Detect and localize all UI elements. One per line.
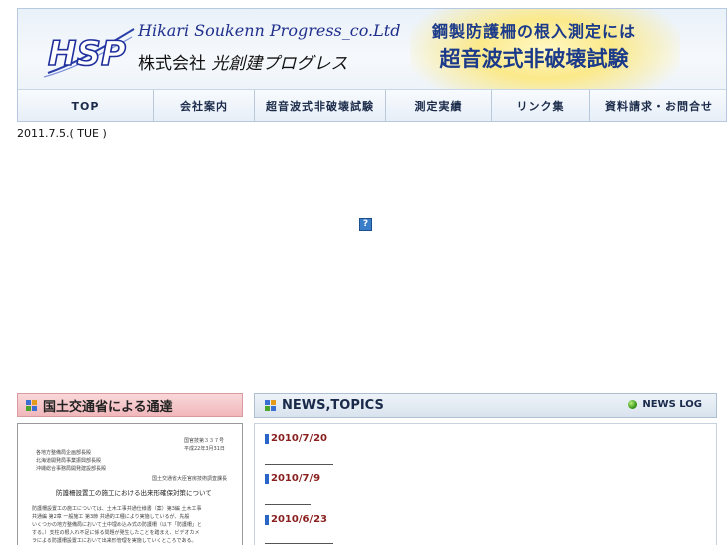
news-bullet-icon (265, 514, 269, 525)
squares-icon (26, 399, 37, 411)
doc-line: 各地方整備局企画部長殿 (36, 450, 92, 456)
notice-document[interactable]: 国官技第３３７号 平成22年3月31日 各地方整備局企画部長殿 北海道開発局事業… (17, 423, 243, 545)
doc-line: 沖縄総合事務局開発建設部長殿 (36, 466, 107, 472)
company-name-en: Hikari Soukenn Progress_co.Ltd (138, 21, 401, 40)
news-log-link[interactable]: NEWS LOG (628, 399, 702, 410)
news-divider (265, 504, 311, 505)
news-divider (265, 464, 333, 465)
nav-results[interactable]: 測定実績 (386, 90, 492, 121)
news-header: NEWS,TOPICS NEWS LOG (254, 393, 717, 418)
header-banner: HSP Hikari Soukenn Progress_co.Ltd 株式会社 … (17, 8, 727, 122)
doc-line: ラによる防護柵設置工において出来形管理を実施していくところである。 (32, 538, 197, 544)
nav-contact[interactable]: 資料請求・お問合せ (590, 90, 726, 121)
nav-company[interactable]: 会社案内 (154, 90, 255, 121)
missing-plugin-icon[interactable]: ? (359, 218, 372, 231)
news-title: NEWS,TOPICS (282, 398, 384, 413)
news-date: 2010/7/20 (271, 433, 328, 444)
nav-links[interactable]: リンク集 (492, 90, 590, 121)
news-item[interactable]: 2010/7/9 (265, 473, 320, 484)
news-item[interactable]: 2010/6/23 (265, 514, 327, 525)
mlit-notice-title: 国土交通省による通達 (43, 399, 173, 415)
company-prefix: 株式会社 (138, 54, 206, 74)
mlit-notice-header: 国土交通省による通達 (17, 393, 243, 417)
doc-line: する。）支柱の根入れ不足に係る問題が発生したことを踏まえ、ビデオカメ (32, 530, 200, 536)
company-name-jp: 株式会社 光創建プログレス (138, 49, 347, 74)
nav-top[interactable]: TOP (18, 90, 154, 121)
doc-line: 平成22年3月31日 (184, 446, 225, 452)
doc-title: 防護柵設置工の施工における出来形確保対策について (56, 489, 212, 497)
news-date: 2010/7/9 (271, 473, 321, 484)
promo-line-1: 鋼製防護柵の根入測定には (431, 22, 636, 41)
svg-text:HSP: HSP (48, 34, 126, 74)
green-bullet-icon (628, 400, 638, 409)
news-list: 2010/7/20 2010/7/9 2010/6/23 (254, 423, 717, 545)
news-item[interactable]: 2010/7/20 (265, 433, 327, 444)
doc-line: 防護柵設置工の施工については、土木工事共通仕様書（案）第3編 土木工事 (32, 506, 202, 512)
hsp-logo[interactable]: HSP (42, 21, 138, 81)
main-nav: TOP 会社案内 超音波式非破壊試験 測定実績 リンク集 資料請求・お問合せ (18, 89, 726, 121)
nav-ultrasonic-test[interactable]: 超音波式非破壊試験 (255, 90, 386, 121)
news-date: 2010/6/23 (271, 514, 328, 525)
doc-line: 国官技第３３７号 (184, 438, 225, 444)
current-date: 2011.7.5.( TUE ) (17, 127, 107, 140)
company-name: 光創建プログレス (211, 54, 348, 74)
doc-line: 共通編 第2章 一般施工 第3節 共通的工種により実施しているが、先般 (32, 514, 190, 520)
promo-line-2: 超音波式非破壊試験 (439, 47, 629, 71)
squares-icon (265, 400, 276, 411)
doc-line: 北海道開発局事業振興部長殿 (36, 458, 102, 464)
news-log-label: NEWS LOG (642, 399, 702, 410)
news-divider (265, 543, 333, 544)
news-bullet-icon (265, 473, 269, 484)
doc-line: いくつかの地方整備局において土中埋め込み式の防護柵（以下「防護柵」と (32, 522, 202, 528)
doc-line: 国土交通省大臣官房技術調査課長 (152, 476, 228, 482)
news-bullet-icon (265, 433, 269, 444)
